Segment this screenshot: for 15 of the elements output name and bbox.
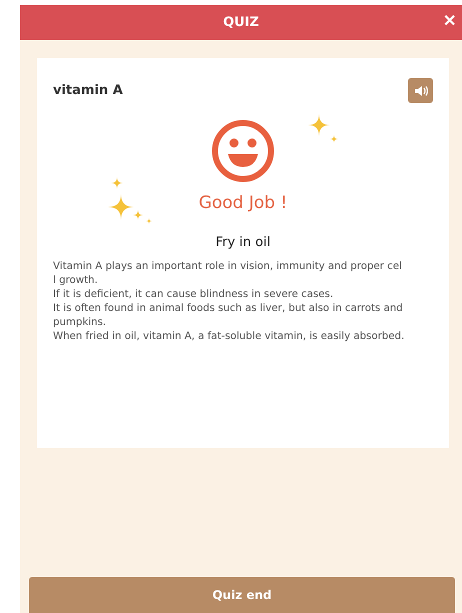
speaker-icon (414, 84, 428, 96)
explanation-text: It is often found in animal foods such as liver, but also in carrots and (53, 302, 404, 316)
explanation-text: Vitamin A plays an important role in vision, immunity and proper cel (53, 260, 403, 274)
result-text: Good Job ! (198, 193, 288, 213)
explanation-text: If it is deficient, it can cause blindness in severe cases. (53, 288, 334, 302)
explanation-text: l growth. (53, 274, 99, 288)
explanation-text: When fried in oil, vitamin A, a fat-soluble vitamin, is easily absorbed. (53, 330, 406, 344)
quiz-end-button[interactable]: Quiz end (29, 577, 455, 613)
smiley-icon (211, 119, 275, 183)
answer-text: Fry in oil (214, 235, 272, 250)
speaker-button[interactable] (408, 78, 433, 103)
term-title: vitamin A (53, 83, 123, 98)
explanation-text: pumpkins. (53, 316, 108, 330)
close-button[interactable]: ✕ (441, 11, 458, 31)
window-title: QUIZ (223, 15, 259, 30)
